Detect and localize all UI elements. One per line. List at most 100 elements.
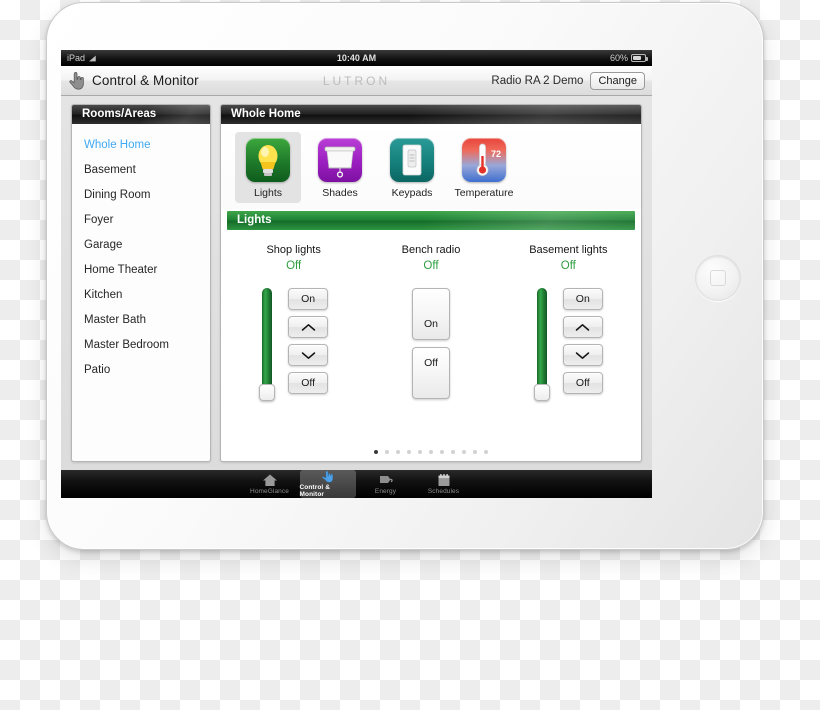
sidebar-item-master-bedroom[interactable]: Master Bedroom (72, 333, 210, 358)
calendar-icon (438, 474, 449, 486)
device-shop-lights: Shop lights Off On Off (225, 244, 362, 444)
sidebar-item-whole-home[interactable]: Whole Home (72, 133, 210, 158)
sidebar-item-foyer[interactable]: Foyer (72, 208, 210, 233)
raise-button[interactable] (562, 316, 603, 338)
temperature-reading: 72 (491, 149, 501, 159)
lower-button[interactable] (562, 344, 603, 366)
device-name: Basement lights (529, 244, 608, 256)
rooms-areas-sidebar: Rooms/Areas Whole Home Basement Dining R… (71, 104, 211, 462)
room-list: Whole Home Basement Dining Room Foyer Ga… (72, 124, 210, 383)
page-dot[interactable] (396, 450, 400, 454)
chevron-down-icon (576, 351, 590, 359)
wall-keypad-icon (390, 138, 434, 182)
chevron-up-icon (301, 323, 315, 331)
dimmer-button-stack: On Off (288, 288, 329, 394)
house-icon (262, 474, 277, 486)
category-tile-temperature[interactable]: 72 Temperature (451, 132, 517, 203)
bottom-tab-bar: HomeGlance Control & Monitor Energy Sche… (61, 470, 652, 498)
off-button[interactable]: Off (411, 347, 450, 399)
page-dot[interactable] (385, 450, 389, 454)
tab-label: Schedules (427, 488, 460, 495)
off-button[interactable]: Off (288, 372, 329, 394)
ios-status-bar: iPad ◢ 10:40 AM 60% (61, 50, 652, 66)
tab-homeglance[interactable]: HomeGlance (242, 470, 298, 498)
battery-icon (631, 54, 648, 62)
on-button[interactable]: On (562, 288, 603, 310)
dimmer-slider[interactable] (533, 288, 550, 401)
tab-label: HomeGlance (250, 488, 289, 495)
status-bar-left: iPad ◢ (67, 50, 96, 66)
thermometer-icon: 72 (462, 138, 506, 182)
sidebar-header: Rooms/Areas (72, 105, 210, 124)
switch-control: On Off (411, 288, 450, 399)
battery-fill (633, 56, 641, 60)
tab-label: Energy (374, 488, 397, 495)
hand-pointer-icon (321, 470, 333, 483)
chevron-up-icon (576, 323, 590, 331)
home-button[interactable] (695, 255, 741, 301)
dimmer-button-stack: On Off (562, 288, 603, 394)
page-dot[interactable] (429, 450, 433, 454)
tab-energy[interactable]: Energy (358, 470, 414, 498)
dimmer-control: On Off (259, 288, 329, 401)
chevron-down-icon (301, 351, 315, 359)
slider-track (262, 288, 273, 393)
sidebar-item-patio[interactable]: Patio (72, 358, 210, 383)
category-label-shades: Shades (322, 187, 358, 199)
app-navigation-bar: Control & Monitor LUTRON Radio RA 2 Demo… (61, 66, 652, 96)
app-content-area: Rooms/Areas Whole Home Basement Dining R… (61, 96, 652, 470)
page-dot[interactable] (418, 450, 422, 454)
sidebar-item-home-theater[interactable]: Home Theater (72, 258, 210, 283)
sidebar-item-dining-room[interactable]: Dining Room (72, 183, 210, 208)
category-label-temperature: Temperature (454, 187, 514, 199)
dimmer-slider[interactable] (259, 288, 276, 401)
category-tile-shades[interactable]: Shades (307, 132, 373, 203)
change-project-button[interactable]: Change (590, 71, 645, 90)
page-dot[interactable] (484, 450, 488, 454)
tab-control-monitor[interactable]: Control & Monitor (299, 470, 356, 498)
navbar-right-group: Radio RA 2 Demo Change (491, 71, 645, 90)
page-dot[interactable] (473, 450, 477, 454)
device-state: Off (423, 260, 439, 272)
slider-handle[interactable] (533, 384, 550, 401)
on-button[interactable]: On (411, 288, 450, 340)
power-plug-icon (379, 476, 393, 483)
device-state: Off (560, 260, 576, 272)
slider-handle[interactable] (259, 384, 276, 401)
navbar-title-group: Control & Monitor (68, 71, 199, 90)
page-dot[interactable] (374, 450, 378, 454)
lower-button[interactable] (288, 344, 329, 366)
project-name-label: Radio RA 2 Demo (491, 74, 584, 87)
roller-shade-icon (318, 138, 362, 182)
device-state: Off (286, 260, 302, 272)
category-tile-keypads[interactable]: Keypads (379, 132, 445, 203)
device-bench-radio: Bench radio Off On Off (362, 244, 499, 444)
tab-schedules[interactable]: Schedules (416, 470, 472, 498)
sidebar-item-kitchen[interactable]: Kitchen (72, 283, 210, 308)
device-label: iPad (67, 53, 86, 63)
category-strip: Lights Shades Keypads 72 Temperature (221, 124, 641, 209)
dimmer-control: On Off (533, 288, 603, 401)
on-button[interactable]: On (288, 288, 329, 310)
category-label-lights: Lights (253, 187, 283, 199)
battery-percent-label: 60% (609, 53, 628, 63)
device-control-panel: Whole Home Lights Shades Keypads 72 Temp… (220, 104, 642, 462)
page-indicator[interactable] (221, 444, 641, 461)
page-dot[interactable] (451, 450, 455, 454)
device-grid: Shop lights Off On Off Bench radio Off O… (221, 230, 641, 444)
sidebar-item-garage[interactable]: Garage (72, 233, 210, 258)
sidebar-item-master-bath[interactable]: Master Bath (72, 308, 210, 333)
sidebar-item-basement[interactable]: Basement (72, 158, 210, 183)
page-dot[interactable] (462, 450, 466, 454)
category-tile-lights[interactable]: Lights (235, 132, 301, 203)
hand-pointer-icon (69, 71, 84, 90)
lightbulb-icon (246, 138, 290, 182)
ipad-screen: iPad ◢ 10:40 AM 60% Control & Monitor LU… (61, 50, 652, 498)
page-dot[interactable] (407, 450, 411, 454)
wifi-icon: ◢ (89, 53, 96, 63)
off-button[interactable]: Off (562, 372, 603, 394)
page-title: Control & Monitor (92, 73, 199, 88)
device-name: Shop lights (266, 244, 321, 256)
raise-button[interactable] (288, 316, 329, 338)
page-dot[interactable] (440, 450, 444, 454)
